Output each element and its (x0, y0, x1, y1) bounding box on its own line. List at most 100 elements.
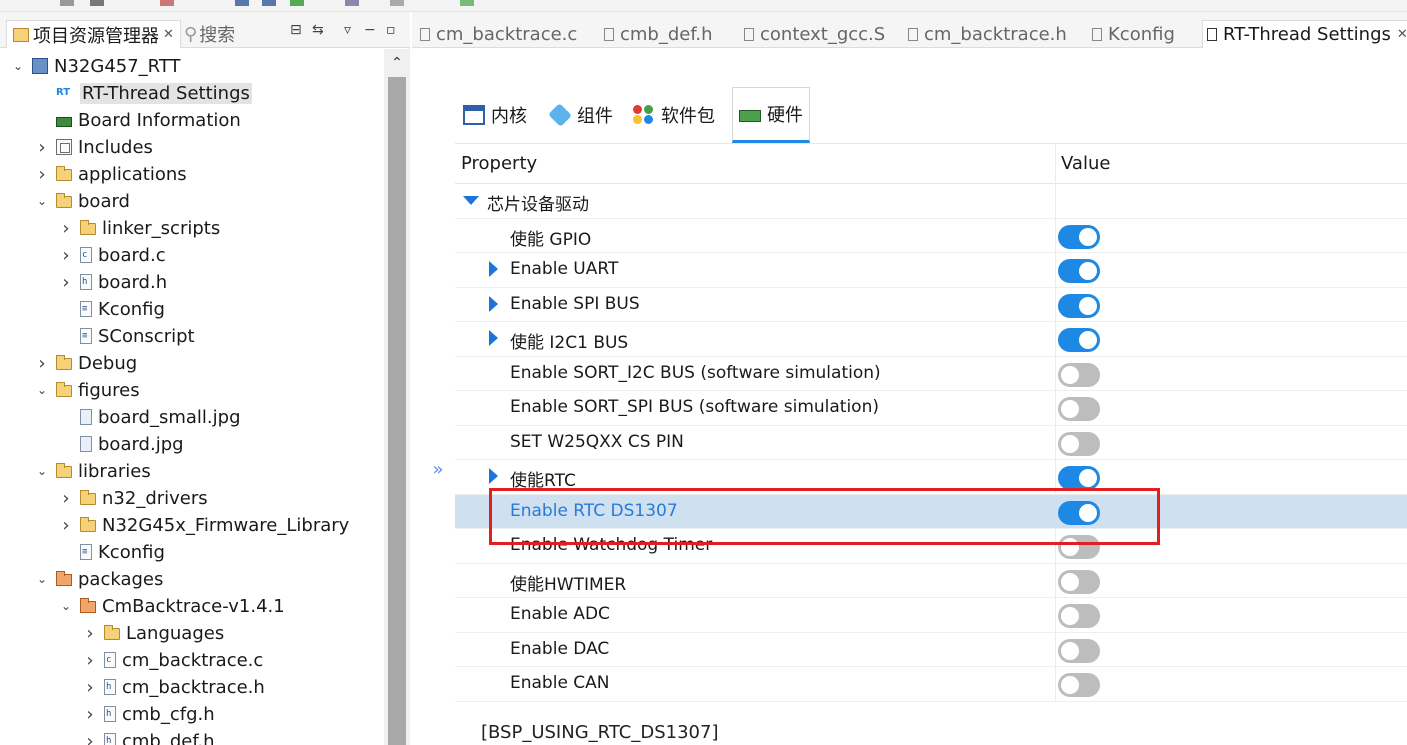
toggle-switch[interactable] (1058, 259, 1100, 283)
close-icon[interactable]: ✕ (163, 27, 174, 42)
chevron-right-icon[interactable]: › (58, 272, 74, 293)
editor-tab[interactable]: cmb_def.h (604, 20, 713, 48)
toggle-switch[interactable] (1058, 293, 1100, 318)
tree-item[interactable]: ≡ Kconfig (58, 296, 165, 322)
toolbar-icon[interactable] (345, 0, 359, 6)
chevron-right-icon[interactable]: › (82, 677, 98, 698)
property-row[interactable]: Enable SPI BUS (455, 288, 1407, 322)
scroll-up-icon[interactable]: ⌃ (384, 49, 410, 77)
tree-item[interactable]: ⌄ figures (34, 377, 140, 403)
property-row[interactable]: SET W25QXX CS PIN (455, 426, 1407, 460)
tree-item[interactable]: ⌄ CmBacktrace-v1.4.1 (58, 593, 285, 619)
minimize-icon[interactable]: − (364, 22, 376, 38)
chevron-right-icon[interactable]: › (82, 731, 98, 745)
toggle-switch[interactable] (1058, 431, 1100, 456)
chevron-down-icon[interactable]: ⌄ (34, 464, 50, 478)
property-row[interactable]: 使能 GPIO (455, 219, 1407, 253)
property-row[interactable]: Enable RTC DS1307 (455, 494, 1407, 529)
expand-right-icon[interactable] (489, 295, 498, 312)
tree-item[interactable]: › c cm_backtrace.c (82, 647, 263, 673)
tree-item[interactable]: › h cmb_cfg.h (82, 701, 214, 727)
chevron-right-icon[interactable]: › (34, 353, 50, 374)
close-icon[interactable]: ✕ (1397, 27, 1407, 42)
tree-item[interactable]: › Includes (34, 134, 153, 160)
settings-tab[interactable]: 硬件 (732, 87, 810, 143)
toggle-switch[interactable] (1058, 673, 1100, 697)
editor-tab[interactable]: cm_backtrace.c (420, 20, 577, 48)
editor-tab[interactable]: context_gcc.S (744, 20, 885, 48)
toggle-switch[interactable] (1058, 466, 1100, 490)
toggle-switch[interactable] (1058, 224, 1100, 249)
collapse-all-icon[interactable]: ⊟ (290, 22, 302, 38)
property-row[interactable]: 使能RTC (455, 460, 1407, 495)
tree-item[interactable]: › applications (34, 161, 186, 187)
tree-item[interactable]: ⌄ board (34, 188, 130, 214)
toggle-switch[interactable] (1058, 328, 1100, 352)
tree-item[interactable]: › N32G45x_Firmware_Library (58, 512, 349, 538)
tab-project-explorer[interactable]: 项目资源管理器 ✕ (6, 20, 181, 48)
chevron-down-icon[interactable]: ⌄ (10, 59, 26, 73)
toolbar-icon[interactable] (235, 0, 249, 6)
tree-item[interactable]: ⌄ N32G457_RTT (10, 53, 181, 79)
chevron-right-icon[interactable]: › (82, 704, 98, 725)
property-row[interactable]: 使能 I2C1 BUS (455, 322, 1407, 357)
tree-item[interactable]: ⌄ packages (34, 566, 163, 592)
tree-item[interactable]: RT RT-Thread Settings (34, 80, 252, 106)
property-row[interactable]: 使能HWTIMER (455, 564, 1407, 598)
toggle-switch[interactable] (1058, 500, 1100, 525)
scrollbar-thumb[interactable] (388, 77, 406, 745)
tree-item[interactable]: › linker_scripts (58, 215, 220, 241)
chevron-right-icon[interactable]: › (34, 137, 50, 158)
tree-item[interactable]: › c board.c (58, 242, 165, 268)
toolbar-icon[interactable] (90, 0, 104, 6)
toggle-switch[interactable] (1058, 535, 1100, 559)
expand-down-icon[interactable] (463, 196, 479, 205)
chevron-down-icon[interactable]: ⌄ (58, 599, 74, 613)
property-row[interactable]: Enable DAC (455, 633, 1407, 667)
tree-item[interactable]: › h cmb_def.h (82, 728, 215, 745)
view-menu-icon[interactable]: ▿ (344, 22, 351, 38)
link-editor-icon[interactable]: ⇆ (312, 22, 324, 38)
chevron-right-icon[interactable]: › (58, 218, 74, 239)
toggle-switch[interactable] (1058, 569, 1100, 594)
tree-item[interactable]: board_small.jpg (58, 404, 241, 430)
tree-item[interactable]: › h cm_backtrace.h (82, 674, 264, 700)
editor-tab[interactable]: RT-Thread Settings ✕ (1202, 20, 1407, 48)
chevron-right-icon[interactable]: › (82, 650, 98, 671)
tree-item[interactable]: › h board.h (58, 269, 167, 295)
tree-item[interactable]: ⌄ libraries (34, 458, 151, 484)
tree-scrollbar[interactable]: ⌃ (384, 49, 410, 745)
property-row[interactable]: Enable UART (455, 253, 1407, 288)
editor-tab[interactable]: cm_backtrace.h (908, 20, 1067, 48)
tree-item[interactable]: › Debug (34, 350, 137, 376)
chevron-right-icon[interactable]: › (34, 164, 50, 185)
property-row[interactable]: Enable ADC (455, 598, 1407, 633)
tree-item[interactable]: ≡ SConscript (58, 323, 195, 349)
settings-tab[interactable]: 软件包 (633, 87, 715, 143)
toolbar-icon[interactable] (60, 0, 74, 6)
toolbar-icon[interactable] (390, 0, 404, 6)
toolbar-icon[interactable] (290, 0, 304, 6)
maximize-icon[interactable]: ▫ (386, 22, 396, 38)
tree-item[interactable]: ≡ Kconfig (58, 539, 165, 565)
toggle-switch[interactable] (1058, 362, 1100, 387)
toggle-switch[interactable] (1058, 397, 1100, 421)
editor-tab[interactable]: Kconfig (1092, 20, 1175, 48)
collapse-panel-icon[interactable]: » (427, 459, 449, 481)
toolbar-icon[interactable] (460, 0, 474, 6)
tree-item[interactable]: › Languages (82, 620, 224, 646)
toggle-switch[interactable] (1058, 638, 1100, 663)
chevron-right-icon[interactable]: › (58, 488, 74, 509)
settings-tab[interactable]: 组件 (548, 87, 613, 143)
chevron-right-icon[interactable]: › (58, 515, 74, 536)
property-row[interactable]: Enable SORT_I2C BUS (software simulation… (455, 357, 1407, 391)
property-row[interactable]: Enable Watchdog Timer (455, 529, 1407, 564)
expand-right-icon[interactable] (489, 330, 498, 346)
tree-item[interactable]: Board Information (34, 107, 241, 133)
chevron-down-icon[interactable]: ⌄ (34, 194, 50, 208)
toggle-switch[interactable] (1058, 604, 1100, 628)
toolbar-icon[interactable] (160, 0, 174, 6)
tab-search[interactable]: ⚲ 搜索 (184, 20, 235, 48)
toolbar-icon[interactable] (262, 0, 276, 6)
chevron-right-icon[interactable]: › (58, 245, 74, 266)
